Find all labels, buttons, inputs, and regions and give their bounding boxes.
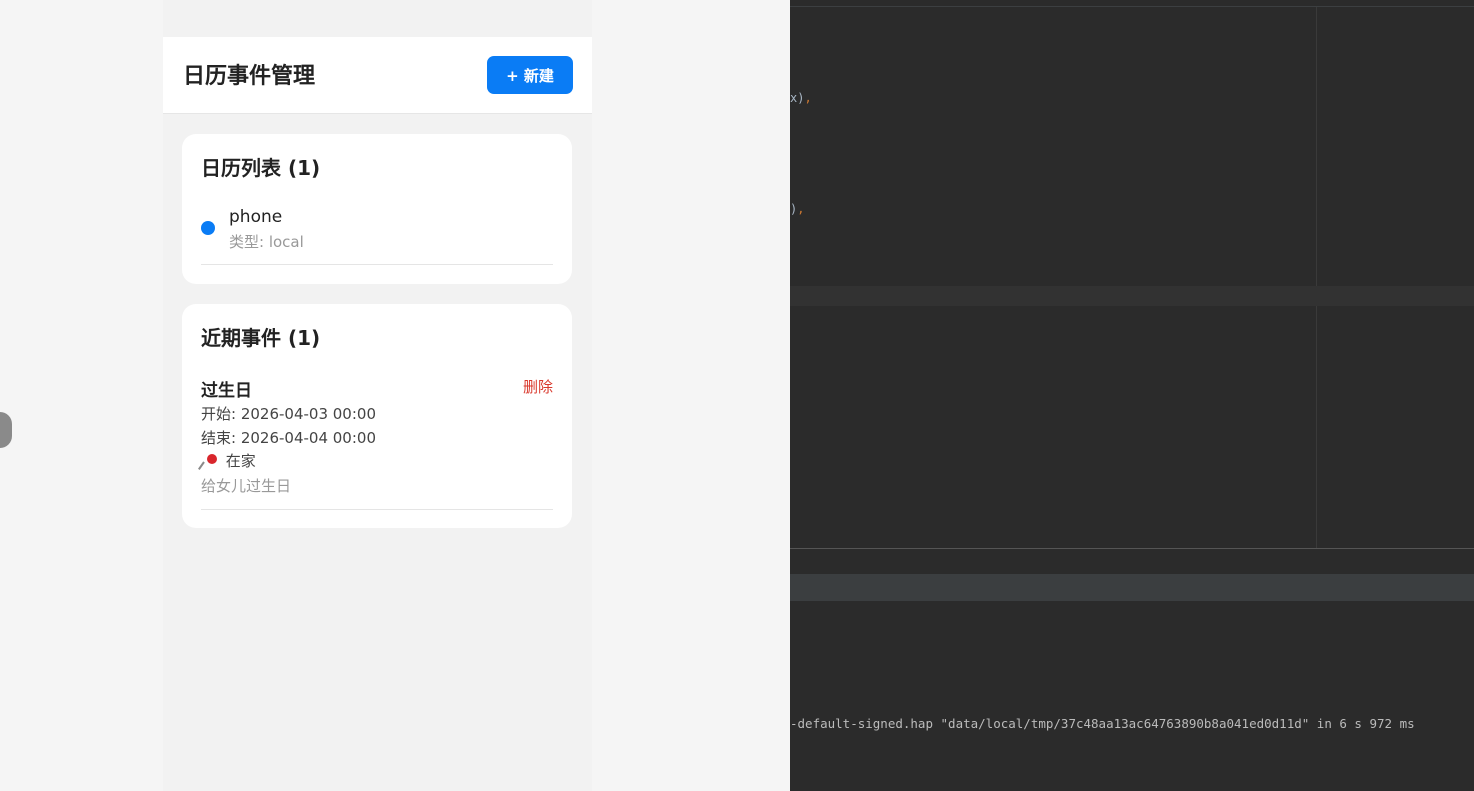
new-event-button[interactable]: + 新建 bbox=[487, 56, 573, 94]
calendar-list-heading: 日历列表 (1) bbox=[201, 156, 321, 180]
calendar-list-card: 日历列表 (1) phone 类型: local bbox=[182, 134, 572, 284]
event-title[interactable]: 过生日 bbox=[201, 376, 252, 401]
delete-event-button[interactable]: 删除 bbox=[523, 376, 553, 397]
ide-splitter[interactable] bbox=[790, 548, 1474, 549]
recent-events-card: 近期事件 (1) 过生日 删除 开始: 2026-04-03 00:00 结束:… bbox=[182, 304, 572, 528]
event-start: 开始: 2026-04-03 00:00 bbox=[201, 405, 376, 423]
pushpin-icon bbox=[201, 453, 221, 471]
code-fragment: x), bbox=[790, 91, 812, 105]
console-output-line: -default-signed.hap "data/local/tmp/37c4… bbox=[790, 716, 1415, 731]
recent-events-heading: 近期事件 (1) bbox=[201, 326, 321, 350]
calendar-color-dot bbox=[201, 221, 215, 235]
code-fragment: ), bbox=[790, 202, 805, 216]
calendar-type: 类型: local bbox=[229, 233, 304, 251]
page-title: 日历事件管理 bbox=[183, 64, 316, 89]
phone-screen: 日历事件管理 + 新建 日历列表 (1) phone 类型: local 近期事… bbox=[163, 0, 592, 791]
event-description: 给女儿过生日 bbox=[201, 477, 292, 495]
event-location-text: 在家 bbox=[225, 452, 256, 470]
ide-divider bbox=[790, 6, 1474, 7]
ide-current-line-highlight bbox=[790, 286, 1474, 306]
divider bbox=[201, 509, 553, 510]
app-header: 日历事件管理 + 新建 bbox=[163, 37, 592, 114]
ide-run-panel-header bbox=[790, 574, 1474, 601]
divider bbox=[201, 264, 553, 265]
event-end: 结束: 2026-04-04 00:00 bbox=[201, 429, 376, 447]
ide-editor-margin bbox=[1316, 7, 1317, 548]
ide-panel: x), ), -default-signed.hap "data/local/t… bbox=[790, 0, 1474, 791]
event-location: 在家 bbox=[201, 450, 256, 471]
calendar-name[interactable]: phone bbox=[229, 207, 282, 227]
